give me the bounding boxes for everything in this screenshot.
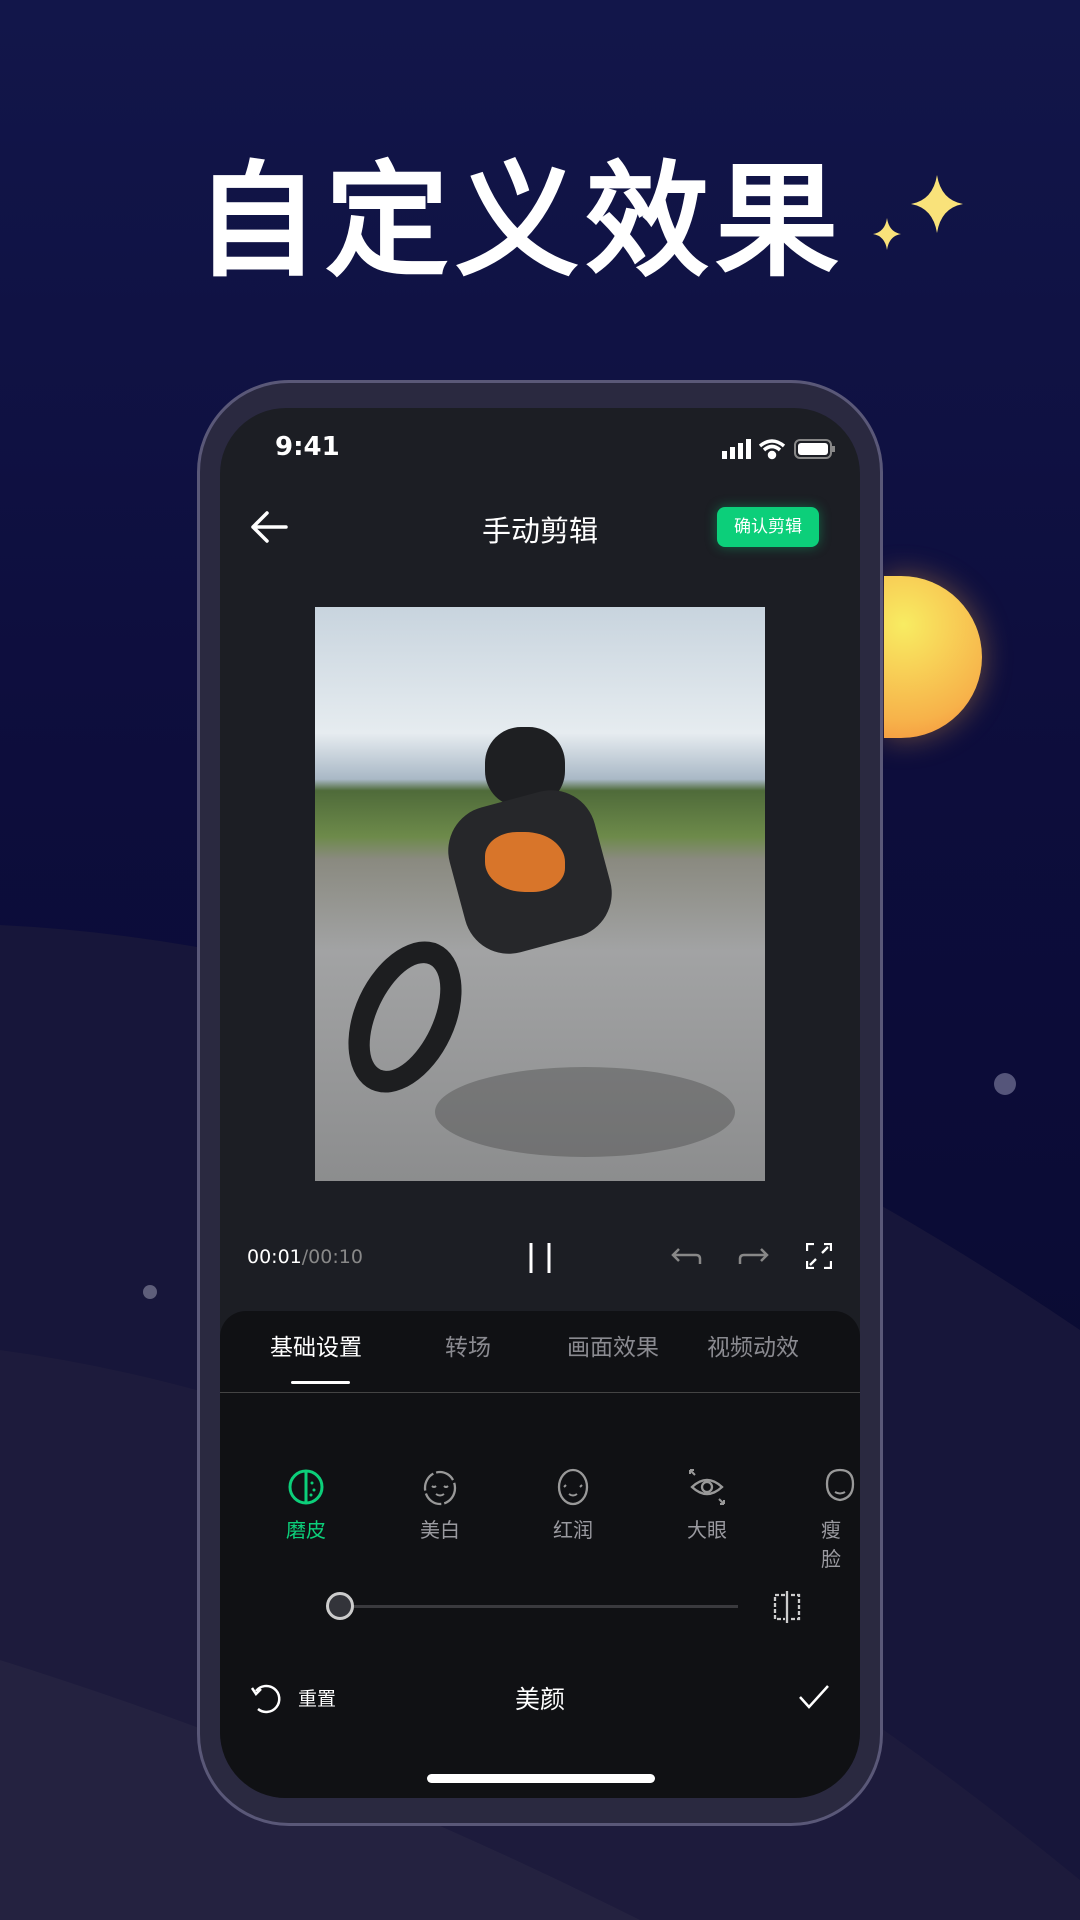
tab-basic-settings[interactable]: 基础设置: [270, 1328, 362, 1362]
time-readout: 00:01/00:10: [247, 1246, 363, 1268]
tab-picture-effects[interactable]: 画面效果: [567, 1328, 659, 1362]
motorcycle-wheel: [325, 923, 485, 1111]
beauty-item-slim-face[interactable]: 瘦脸: [795, 1468, 860, 1572]
beauty-item-big-eyes[interactable]: 大眼: [662, 1468, 752, 1543]
dot-decoration: [994, 1073, 1016, 1095]
dot-decoration: [143, 1285, 157, 1299]
tab-transition[interactable]: 转场: [445, 1328, 491, 1362]
confirm-edit-button[interactable]: 确认剪辑: [717, 507, 819, 547]
reset-icon[interactable]: [250, 1682, 284, 1714]
beauty-label: 瘦脸: [821, 1518, 841, 1571]
active-tab-indicator: [291, 1381, 350, 1384]
arrow-left-icon[interactable]: [250, 510, 288, 544]
face-rosy-icon: [557, 1468, 589, 1506]
home-indicator: [427, 1774, 655, 1783]
reset-button[interactable]: 重置: [298, 1684, 336, 1711]
panel-title: 美颜: [514, 1685, 565, 1714]
wifi-icon: [758, 439, 786, 460]
motorcycle-fairing: [485, 832, 565, 892]
face-slim-icon: [825, 1468, 855, 1502]
battery-icon: [794, 439, 835, 459]
shadow: [435, 1067, 735, 1157]
undo-icon[interactable]: [670, 1247, 702, 1267]
eye-enlarge-icon: [689, 1469, 725, 1505]
face-whiten-icon: [423, 1470, 457, 1506]
divider: [220, 1392, 860, 1393]
pause-icon[interactable]: [526, 1242, 556, 1274]
beauty-label: 大眼: [687, 1518, 727, 1542]
intensity-slider-track[interactable]: [340, 1605, 738, 1608]
beauty-item-rosy[interactable]: 红润: [528, 1468, 618, 1543]
status-icons: [722, 439, 835, 460]
sparkle-icon: [873, 175, 963, 250]
beauty-label: 美白: [420, 1518, 460, 1542]
intensity-slider-thumb[interactable]: [326, 1592, 354, 1620]
beauty-item-whiten[interactable]: 美白: [395, 1468, 485, 1543]
beauty-label: 红润: [553, 1518, 593, 1542]
total-time: /00:10: [301, 1246, 363, 1268]
signal-icon: [722, 439, 751, 459]
check-icon[interactable]: [798, 1684, 830, 1710]
tab-video-effects[interactable]: 视频动效: [707, 1328, 799, 1362]
status-time: 9:41: [275, 432, 340, 462]
edit-panel: [220, 1311, 860, 1798]
fullscreen-icon[interactable]: [806, 1243, 832, 1269]
page-title: 手动剪辑: [481, 514, 598, 548]
redo-icon[interactable]: [738, 1247, 770, 1267]
beauty-item-smooth[interactable]: 磨皮: [261, 1468, 351, 1543]
current-time: 00:01: [247, 1246, 302, 1268]
smooth-skin-icon: [288, 1469, 324, 1505]
compare-icon[interactable]: [771, 1590, 803, 1624]
video-preview[interactable]: [315, 607, 765, 1181]
beauty-label: 磨皮: [286, 1518, 326, 1542]
